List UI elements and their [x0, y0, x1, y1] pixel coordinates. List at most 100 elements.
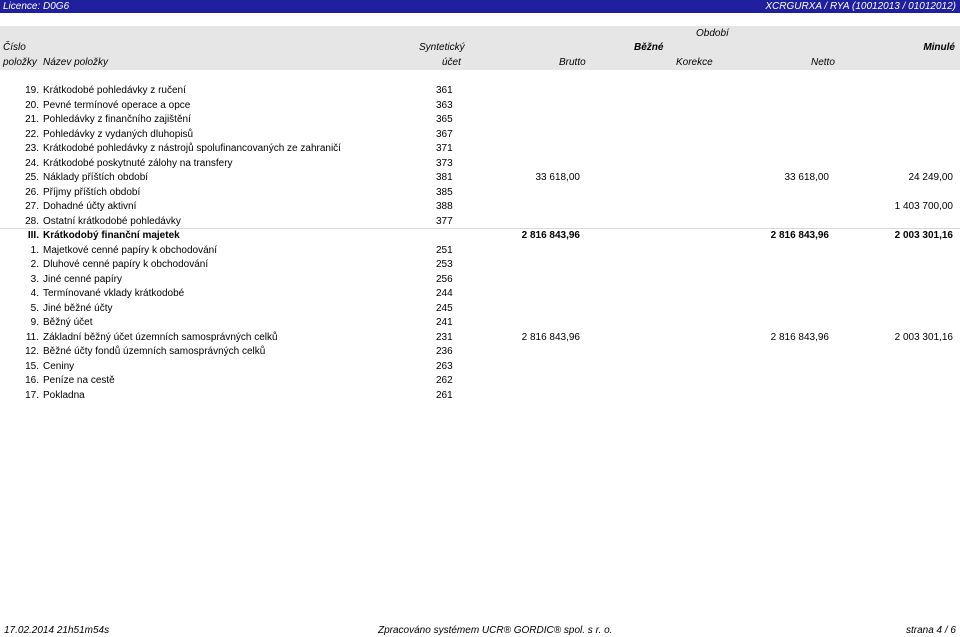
row-account: 231 — [436, 332, 453, 343]
row-account: 263 — [436, 361, 453, 372]
header-synteticky: Syntetický — [419, 42, 465, 53]
row-minule: 24 249,00 — [908, 172, 954, 183]
row-netto: 33 618,00 — [784, 172, 830, 183]
row-number: 28. — [25, 216, 39, 227]
table-row: 27. Dohadné účty aktivní 388 1 403 700,00 — [0, 200, 960, 214]
table-row: 4. Termínované vklady krátkodobé 244 — [0, 287, 960, 301]
header-cislo: Číslo — [3, 42, 26, 53]
table-row: 24. Krátkodobé poskytnuté zálohy na trans… — [0, 157, 960, 171]
header-korekce: Korekce — [676, 57, 713, 68]
row-name: Příjmy příštích období — [43, 187, 141, 198]
footer-page: strana 4 / 6 — [905, 625, 956, 636]
row-account: 367 — [436, 129, 453, 140]
table-row: 15. Ceniny 263 — [0, 360, 960, 374]
row-account: 377 — [436, 216, 453, 227]
row-account: 251 — [436, 245, 453, 256]
row-number: 17. — [25, 390, 39, 401]
table-row: 3. Jiné cenné papíry 256 — [0, 273, 960, 287]
row-number: 3. — [30, 274, 39, 285]
row-name: Ostatní krátkodobé pohledávky — [43, 216, 181, 227]
row-number: 25. — [25, 172, 39, 183]
header-bezne: Běžné — [634, 42, 664, 53]
row-number: 24. — [25, 158, 39, 169]
row-account: 373 — [436, 158, 453, 169]
table-row: 21. Pohledávky z finančního zajištění 365 — [0, 113, 960, 127]
row-name: Termínované vklady krátkodobé — [43, 288, 185, 299]
table-row: 12. Běžné účty fondů územních samosprávný… — [0, 345, 960, 359]
row-name: Krátkodobý finanční majetek — [43, 230, 180, 241]
row-number: 12. — [25, 346, 39, 357]
row-netto: 2 816 843,96 — [770, 230, 829, 241]
header-minule: Minulé — [923, 42, 955, 53]
table-row: 26. Příjmy příštích období 385 — [0, 186, 960, 200]
row-name: Krátkodobé pohledávky z ručení — [43, 85, 186, 96]
row-name: Základní běžný účet územních samosprávný… — [43, 332, 278, 343]
header-nazev: Název položky — [43, 57, 109, 68]
row-account: 361 — [436, 85, 453, 96]
row-account: 256 — [436, 274, 453, 285]
row-name: Majetkové cenné papíry k obchodování — [43, 245, 217, 256]
row-name: Pohledávky z finančního zajištění — [43, 114, 191, 125]
header-brutto: Brutto — [559, 57, 586, 68]
table-row: 1. Majetkové cenné papíry k obchodování 25… — [0, 244, 960, 258]
row-account: 241 — [436, 317, 453, 328]
row-brutto: 2 816 843,96 — [521, 332, 580, 343]
row-name: Krátkodobé pohledávky z nástrojů spolufi… — [43, 143, 341, 154]
table-row: 23. Krátkodobé pohledávky z nástrojů spol… — [0, 142, 960, 156]
header-polozky: položky — [3, 57, 37, 68]
row-name: Ceniny — [43, 361, 75, 372]
row-name: Pevné termínové operace a opce — [43, 100, 191, 111]
license-label: Licence: D0G6 — [3, 1, 70, 12]
row-account: 262 — [436, 375, 453, 386]
row-minule: 2 003 301,16 — [894, 332, 953, 343]
row-account: 244 — [436, 288, 453, 299]
table-row: 19. Krátkodobé pohledávky z ručení 361 — [0, 84, 960, 98]
row-name: Jiné cenné papíry — [43, 274, 122, 285]
table-row: 17. Pokladna 261 — [0, 389, 960, 403]
row-brutto: 2 816 843,96 — [521, 230, 580, 241]
table-row: III. Krátkodobý finanční majetek 2 816 843… — [0, 229, 960, 243]
license-bar: Licence: D0G6 XCRGURXA / RYA (10012013 /… — [0, 0, 960, 13]
row-number: III. — [27, 230, 39, 241]
row-account: 253 — [436, 259, 453, 270]
row-number: 20. — [25, 100, 39, 111]
section-separator — [0, 228, 960, 229]
header-ucet: účet — [442, 57, 461, 68]
row-number: 11. — [25, 332, 39, 343]
report-id: XCRGURXA / RYA (10012013 / 01012012) — [765, 1, 956, 12]
row-number: 15. — [25, 361, 39, 372]
table-row: 22. Pohledávky z vydaných dluhopisů 367 — [0, 128, 960, 142]
footer-timestamp: 17.02.2014 21h51m54s — [4, 625, 110, 636]
table-row: 2. Dluhové cenné papíry k obchodování 253 — [0, 258, 960, 272]
row-name: Dohadné účty aktivní — [43, 201, 137, 212]
row-name: Běžné účty fondů územních samosprávných … — [43, 346, 266, 357]
row-account: 371 — [436, 143, 453, 154]
row-number: 1. — [30, 245, 39, 256]
row-number: 9. — [30, 317, 39, 328]
row-number: 23. — [25, 143, 39, 154]
row-account: 381 — [436, 172, 453, 183]
row-name: Pohledávky z vydaných dluhopisů — [43, 129, 194, 140]
row-account: 385 — [436, 187, 453, 198]
row-name: Krátkodobé poskytnuté zálohy na transfer… — [43, 158, 233, 169]
page-footer: 17.02.2014 21h51m54s Zpracováno systémem… — [0, 618, 960, 637]
row-account: 363 — [436, 100, 453, 111]
row-name: Běžný účet — [43, 317, 93, 328]
row-number: 5. — [30, 303, 39, 314]
footer-processed: Zpracováno systémem UCR® GORDIC® spol. s… — [378, 625, 613, 636]
row-netto: 2 816 843,96 — [770, 332, 829, 343]
row-name: Peníze na cestě — [43, 375, 115, 386]
row-name: Pokladna — [43, 390, 85, 401]
header-netto: Netto — [811, 57, 835, 68]
row-number: 16. — [25, 375, 39, 386]
row-number: 19. — [25, 85, 39, 96]
table-row: 20. Pevné termínové operace a opce 363 — [0, 99, 960, 113]
table-row: 16. Peníze na cestě 262 — [0, 374, 960, 388]
row-number: 22. — [25, 129, 39, 140]
row-account: 388 — [436, 201, 453, 212]
row-number: 26. — [25, 187, 39, 198]
row-account: 245 — [436, 303, 453, 314]
table-row: 5. Jiné běžné účty 245 — [0, 302, 960, 316]
row-account: 365 — [436, 114, 453, 125]
row-number: 4. — [30, 288, 39, 299]
